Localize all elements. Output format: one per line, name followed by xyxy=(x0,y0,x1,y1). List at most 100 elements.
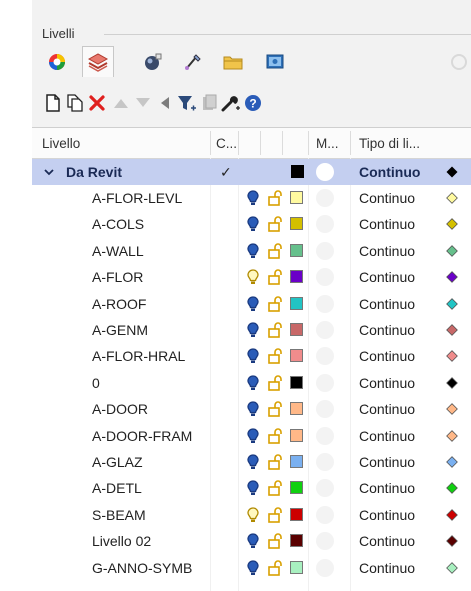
lightbulb-on-icon[interactable] xyxy=(247,348,259,364)
layer-linetype[interactable]: Continuo xyxy=(359,269,415,285)
material-cell[interactable] xyxy=(316,373,334,392)
layer-color-swatch[interactable] xyxy=(290,402,303,416)
layer-linetype[interactable]: Continuo xyxy=(359,560,415,576)
col-header-name[interactable]: Livello xyxy=(42,136,80,151)
copy-layer-button[interactable] xyxy=(198,90,220,116)
layer-linetype[interactable]: Continuo xyxy=(359,164,420,180)
layer-linetype[interactable]: Continuo xyxy=(359,190,415,206)
layer-linetype[interactable]: Continuo xyxy=(359,216,415,232)
layer-color-swatch[interactable] xyxy=(290,455,303,468)
material-cell[interactable] xyxy=(316,189,334,207)
layer-color-swatch[interactable] xyxy=(290,323,303,336)
tab-layers[interactable] xyxy=(82,46,114,77)
unlocked-padlock-icon[interactable] xyxy=(268,295,282,312)
lightbulb-on-icon[interactable] xyxy=(247,427,259,444)
layer-color-swatch[interactable] xyxy=(290,270,303,284)
material-cell[interactable] xyxy=(316,558,334,577)
print-color-diamond-icon[interactable] xyxy=(446,271,458,284)
layer-linetype[interactable]: Continuo xyxy=(359,533,415,549)
lightbulb-off-icon[interactable] xyxy=(247,269,259,285)
layer-linetype[interactable]: Continuo xyxy=(359,507,415,523)
print-color-diamond-icon[interactable] xyxy=(446,429,458,442)
tab-display[interactable] xyxy=(260,48,290,76)
layer-row[interactable]: A-DOOR-FRAM Continuo xyxy=(32,423,471,449)
tools-button[interactable] xyxy=(220,90,242,116)
material-cell[interactable] xyxy=(316,400,334,419)
unlocked-padlock-icon[interactable] xyxy=(268,190,282,206)
lightbulb-on-icon[interactable] xyxy=(247,559,259,576)
tab-library[interactable] xyxy=(218,48,248,76)
lightbulb-on-icon[interactable] xyxy=(247,243,259,259)
material-cell[interactable] xyxy=(316,426,334,445)
layer-row[interactable]: A-GENM Continuo xyxy=(32,317,471,343)
unlocked-padlock-icon[interactable] xyxy=(268,533,282,549)
print-color-diamond-icon[interactable] xyxy=(446,218,458,231)
lightbulb-on-icon[interactable] xyxy=(247,322,259,338)
move-to-parent-button[interactable] xyxy=(154,90,176,116)
layer-row[interactable]: S-BEAM Continuo xyxy=(32,502,471,528)
unlocked-padlock-icon[interactable] xyxy=(268,507,282,523)
print-color-diamond-icon[interactable] xyxy=(446,561,458,574)
lightbulb-on-icon[interactable] xyxy=(247,401,259,417)
layer-name[interactable]: A-DOOR xyxy=(92,401,148,417)
layer-linetype[interactable]: Continuo xyxy=(359,454,415,470)
layer-linetype[interactable]: Continuo xyxy=(359,348,415,364)
layer-color-swatch[interactable] xyxy=(291,165,304,178)
layer-name[interactable]: A-GENM xyxy=(92,322,148,338)
help-button[interactable]: ? xyxy=(242,90,264,116)
new-layer-button[interactable] xyxy=(42,90,64,116)
lightbulb-on-icon[interactable] xyxy=(247,295,259,312)
material-cell[interactable] xyxy=(316,479,334,498)
print-color-diamond-icon[interactable] xyxy=(446,376,458,389)
layer-color-swatch[interactable] xyxy=(290,534,303,548)
lightbulb-on-icon[interactable] xyxy=(247,480,259,496)
layer-color-swatch[interactable] xyxy=(290,507,303,521)
layer-linetype[interactable]: Continuo xyxy=(359,480,415,496)
current-checkmark[interactable]: ✓ xyxy=(220,164,232,181)
layer-name[interactable]: S-BEAM xyxy=(92,507,146,523)
delete-layer-button[interactable] xyxy=(86,90,108,116)
layer-linetype[interactable]: Continuo xyxy=(359,428,415,444)
unlocked-padlock-icon[interactable] xyxy=(268,269,282,285)
unlocked-padlock-icon[interactable] xyxy=(268,322,282,338)
layer-row[interactable]: A-FLOR-HRAL Continuo xyxy=(32,343,471,369)
layer-name[interactable]: A-DETL xyxy=(92,480,142,496)
layer-linetype[interactable]: Continuo xyxy=(359,375,415,391)
unlocked-padlock-icon[interactable] xyxy=(268,243,282,259)
layer-linetype[interactable]: Continuo xyxy=(359,322,415,338)
layer-linetype[interactable]: Continuo xyxy=(359,296,415,312)
col-header-material[interactable]: M... xyxy=(316,136,339,151)
material-icon[interactable] xyxy=(316,163,334,181)
tab-render[interactable] xyxy=(178,48,208,76)
unlocked-padlock-icon[interactable] xyxy=(268,427,282,444)
print-color-diamond-icon[interactable] xyxy=(446,403,458,416)
layer-color-swatch[interactable] xyxy=(290,560,303,574)
gear-icon[interactable] xyxy=(451,54,467,70)
layer-row[interactable]: Livello 02 Continuo xyxy=(32,528,471,554)
material-cell[interactable] xyxy=(316,453,334,471)
print-color-diamond-icon[interactable] xyxy=(446,297,458,310)
layer-name[interactable]: A-FLOR xyxy=(92,269,143,285)
tab-object-properties[interactable] xyxy=(138,48,168,76)
col-header-linetype[interactable]: Tipo di li... xyxy=(359,136,420,151)
layer-name[interactable]: A-GLAZ xyxy=(92,454,143,470)
material-cell[interactable] xyxy=(316,268,334,287)
unlocked-padlock-icon[interactable] xyxy=(268,559,282,576)
layer-row[interactable]: A-ROOF Continuo xyxy=(32,291,471,317)
print-color-diamond-icon[interactable] xyxy=(446,482,458,495)
material-cell[interactable] xyxy=(316,321,334,339)
material-cell[interactable] xyxy=(316,532,334,551)
material-cell[interactable] xyxy=(316,241,334,260)
layer-color-swatch[interactable] xyxy=(290,191,303,204)
unlocked-padlock-icon[interactable] xyxy=(268,454,282,470)
layer-color-swatch[interactable] xyxy=(290,349,303,363)
move-up-button[interactable] xyxy=(110,90,132,116)
unlocked-padlock-icon[interactable] xyxy=(268,480,282,497)
layer-row[interactable]: A-DOOR Continuo xyxy=(32,396,471,422)
unlocked-padlock-icon[interactable] xyxy=(268,348,282,365)
print-color-diamond-icon[interactable] xyxy=(446,244,458,257)
print-color-diamond-icon[interactable] xyxy=(446,166,458,178)
unlocked-padlock-icon[interactable] xyxy=(268,401,282,417)
print-color-diamond-icon[interactable] xyxy=(446,324,458,336)
layer-name[interactable]: A-COLS xyxy=(92,216,144,232)
